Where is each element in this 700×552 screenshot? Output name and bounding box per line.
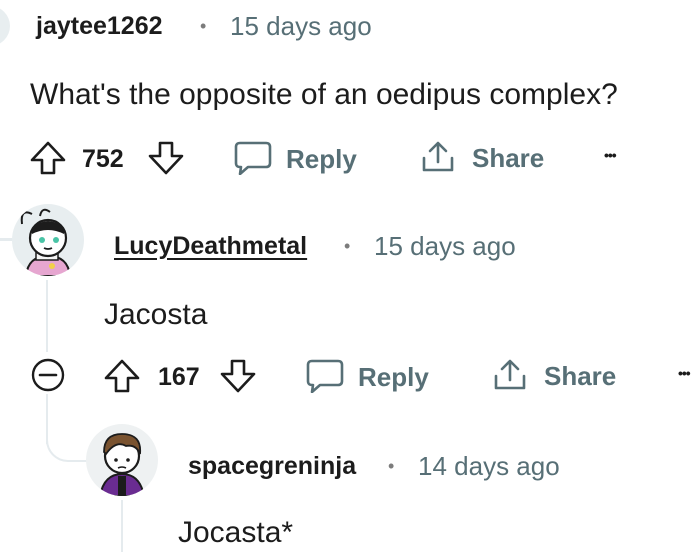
share-button[interactable]: Share <box>492 356 622 396</box>
collapse-thread-icon[interactable] <box>30 357 66 393</box>
thread-curve <box>46 420 88 462</box>
meta-separator: • <box>344 236 351 256</box>
comment-timestamp[interactable]: 15 days ago <box>230 11 372 42</box>
thread-line <box>46 280 48 352</box>
vote-count: 167 <box>158 363 200 391</box>
comment-body: Jacosta <box>104 298 208 331</box>
share-icon <box>492 358 528 392</box>
downvote-icon[interactable] <box>220 359 256 393</box>
lucy-avatar-drawing <box>20 208 72 276</box>
comment-timestamp[interactable]: 14 days ago <box>418 451 560 482</box>
comment-username[interactable]: jaytee1262 <box>36 12 163 41</box>
share-label: Share <box>472 143 545 173</box>
meta-separator: • <box>388 456 395 476</box>
meta-separator: • <box>200 16 207 36</box>
avatar-jaytee1262[interactable] <box>0 6 10 46</box>
comment-body: What's the opposite of an oedipus comple… <box>30 78 618 111</box>
share-icon <box>420 140 456 174</box>
comment-bubble-icon <box>234 141 272 175</box>
avatar-spacegreninja[interactable] <box>86 424 158 496</box>
reply-button[interactable]: Reply <box>234 138 364 178</box>
comment-body: Jocasta* <box>178 516 294 549</box>
more-options-icon[interactable]: ••• <box>604 147 617 163</box>
upvote-icon[interactable] <box>104 359 140 393</box>
comment-username[interactable]: LucyDeathmetal <box>114 232 307 261</box>
comment-username[interactable]: spacegreninja <box>188 452 356 481</box>
more-options-icon[interactable]: ••• <box>678 365 700 381</box>
reply-button[interactable]: Reply <box>306 356 436 396</box>
comment-timestamp[interactable]: 15 days ago <box>374 231 516 262</box>
spacegreninja-avatar-drawing <box>98 433 146 496</box>
downvote-icon[interactable] <box>148 141 184 175</box>
reply-label: Reply <box>358 362 429 392</box>
comment-bubble-icon <box>306 359 344 393</box>
share-label: Share <box>544 361 617 391</box>
vote-count: 752 <box>82 145 124 173</box>
avatar-lucydeathmetal[interactable] <box>12 204 84 276</box>
upvote-icon[interactable] <box>30 141 66 175</box>
reply-label: Reply <box>286 144 357 174</box>
thread-line <box>121 500 123 552</box>
share-button[interactable]: Share <box>420 138 550 178</box>
